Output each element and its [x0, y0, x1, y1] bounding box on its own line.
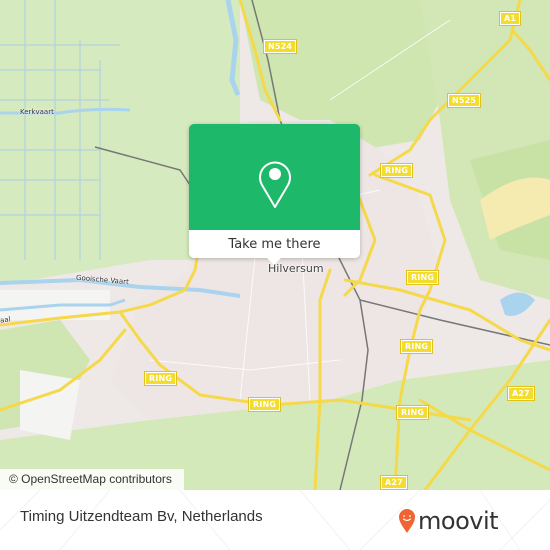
- road-shield-ring: RING: [405, 270, 440, 285]
- footer-bar: Timing Uitzendteam Bv, Netherlands moovi…: [0, 490, 550, 550]
- road-shield-n525: N525: [446, 93, 482, 108]
- map-pin-icon: [259, 161, 291, 208]
- road-shield-a27: A27: [507, 386, 535, 401]
- moovit-wordmark: moovit: [418, 507, 499, 535]
- place-label-kerkvaart: Kerkvaart: [20, 108, 54, 116]
- moovit-pin-icon: [399, 509, 415, 533]
- road-shield-a27: A27: [380, 475, 408, 490]
- popup-pointer: [267, 258, 281, 265]
- road-shield-ring: RING: [379, 163, 414, 178]
- road-shield-ring: RING: [247, 397, 282, 412]
- take-me-there-button[interactable]: Take me there: [189, 230, 360, 258]
- road-shield-ring: RING: [399, 339, 434, 354]
- road-shield-n524: N524: [262, 39, 298, 54]
- location-title: Timing Uitzendteam Bv, Netherlands: [20, 508, 263, 525]
- map-attribution[interactable]: © OpenStreetMap contributors: [0, 469, 184, 490]
- water-pond-east: [500, 292, 535, 316]
- location-popup: Take me there: [189, 124, 360, 265]
- moovit-logo[interactable]: moovit: [398, 504, 499, 538]
- road-shield-ring: RING: [143, 371, 178, 386]
- popup-header: [189, 124, 360, 230]
- road-shield-a1: A1: [498, 11, 522, 26]
- road-shield-ring: RING: [395, 405, 430, 420]
- place-label-kanaal: aal: [0, 315, 12, 325]
- map-view[interactable]: N524 A1 N525 RING RING RING RING RING RI…: [0, 0, 550, 490]
